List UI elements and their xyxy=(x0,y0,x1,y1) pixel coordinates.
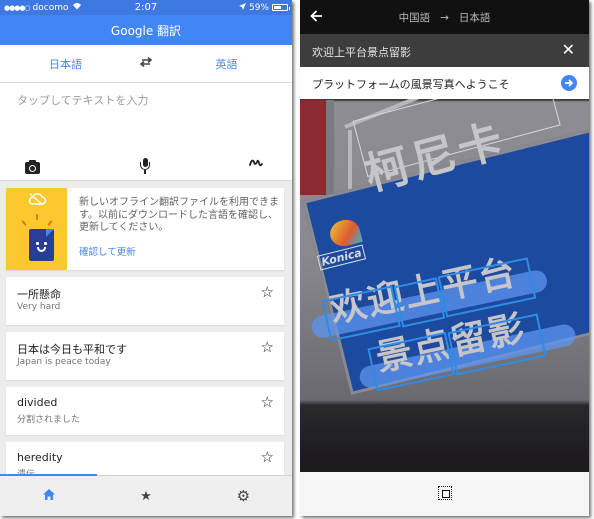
red-sign-background xyxy=(300,100,326,195)
home-icon xyxy=(42,488,55,500)
battery-icon xyxy=(272,4,290,11)
history-source-text: divided xyxy=(17,396,58,409)
offline-update-card: 新しいオフライン翻訳ファイルを利用できます。以前にダウンロードした言語を確認し、… xyxy=(6,188,284,270)
detected-source-text: 欢迎上平台景点留影 xyxy=(312,46,411,59)
input-placeholder: タップしてテキストを入力 xyxy=(17,94,149,107)
target-language-button[interactable]: 英語 xyxy=(161,56,292,72)
open-translation-button[interactable] xyxy=(561,75,577,91)
target-language[interactable]: 日本語 xyxy=(459,12,491,24)
history-source-text: 日本は今日も平和です xyxy=(17,343,127,356)
select-all-icon[interactable] xyxy=(438,486,452,500)
check-and-update-link[interactable]: 確認して更新 xyxy=(79,244,136,258)
source-language[interactable]: 中国語 xyxy=(399,12,431,24)
translation-result-bar[interactable]: プラットフォームの風景写真へようこそ xyxy=(300,67,589,99)
smiling-document-icon xyxy=(29,229,54,261)
history-item[interactable]: divided 分割されました ☆ xyxy=(6,387,284,435)
history-translation-text: Japan is peace today xyxy=(17,357,111,367)
star-outline-icon[interactable]: ☆ xyxy=(261,338,274,356)
language-pair[interactable]: 中国語 → 日本語 xyxy=(300,10,589,25)
direction-arrow: → xyxy=(440,12,449,24)
language-bar: 日本語 英語 xyxy=(0,45,292,83)
text-input-area[interactable]: タップしてテキストを入力 xyxy=(0,83,292,181)
history-translation-text: Very hard xyxy=(17,302,61,312)
active-tab-indicator xyxy=(0,474,97,476)
translated-text: プラットフォームの風景写真へようこそ xyxy=(312,78,510,91)
microphone-icon[interactable] xyxy=(140,158,150,174)
translate-home-screen: ●●●●○ docomo 2:07 59% Google 翻訳 日本語 英語 タ… xyxy=(0,0,292,516)
camera-icon[interactable] xyxy=(25,160,40,174)
clock: 2:07 xyxy=(134,2,158,13)
bottom-navigation: ★ ⚙ xyxy=(0,474,292,516)
source-language-button[interactable]: 日本語 xyxy=(0,56,131,72)
offline-file-illustration xyxy=(6,188,67,270)
history-source-text: heredity xyxy=(17,451,63,464)
star-outline-icon[interactable]: ☆ xyxy=(261,393,274,411)
star-outline-icon[interactable]: ☆ xyxy=(261,448,274,466)
camera-top-bar: 中国語 → 日本語 xyxy=(300,0,589,34)
status-bar: ●●●●○ docomo 2:07 59% xyxy=(0,0,292,15)
camera-translate-screen: Konica 柯尼卡 欢迎上平台 景点留影 中国語 → 日本語 欢迎上平台景点留影 … xyxy=(300,0,589,516)
cloud-off-icon xyxy=(28,193,47,205)
camera-bottom-toolbar xyxy=(300,472,589,516)
tab-settings[interactable]: ⚙ xyxy=(195,487,292,505)
swap-languages-button[interactable] xyxy=(131,56,161,71)
history-translation-text: 分割されました xyxy=(17,415,81,425)
gear-icon: ⚙ xyxy=(236,487,251,505)
detected-text-bar: 欢迎上平台景点留影 ✕ xyxy=(300,34,589,67)
sparkle-rays xyxy=(20,214,54,228)
history-source-text: 一所懸命 xyxy=(17,288,61,301)
star-outline-icon[interactable]: ☆ xyxy=(261,283,274,301)
handwriting-icon[interactable] xyxy=(249,156,263,174)
swap-arrows-icon xyxy=(139,56,153,68)
close-icon[interactable]: ✕ xyxy=(562,40,575,59)
history-item[interactable]: 日本は今日も平和です Japan is peace today ☆ xyxy=(6,332,284,380)
history-item[interactable]: 一所懸命 Very hard ☆ xyxy=(6,277,284,325)
promo-message: 新しいオフライン翻訳ファイルを利用できます。以前にダウンロードした言語を確認し、… xyxy=(79,197,279,233)
app-title: Google 翻訳 xyxy=(0,15,292,45)
tab-home[interactable] xyxy=(0,488,97,504)
tab-phrasebook[interactable]: ★ xyxy=(97,489,194,504)
arrow-right-icon xyxy=(565,79,574,87)
star-icon: ★ xyxy=(140,488,152,504)
